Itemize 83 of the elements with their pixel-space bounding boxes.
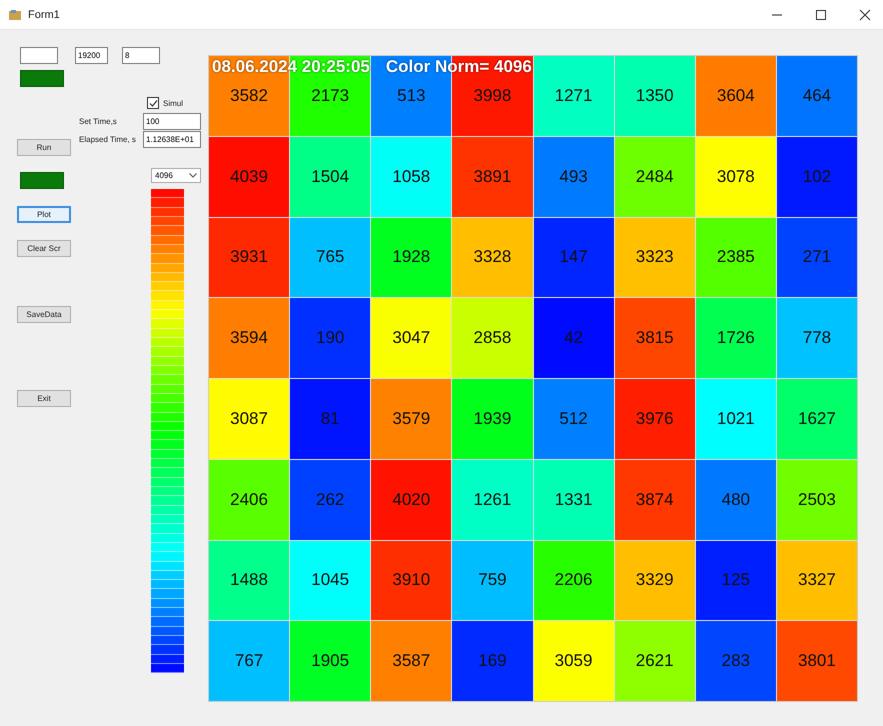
cell-value: 493 <box>559 166 588 187</box>
cell-value: 1058 <box>392 166 430 187</box>
cell-value: 3579 <box>392 408 430 429</box>
cell-value: 2406 <box>230 490 268 510</box>
cell-value: 3594 <box>230 328 268 348</box>
cell-value: 2385 <box>716 247 755 268</box>
cell-value: 3587 <box>392 651 430 672</box>
cell-value: 480 <box>722 490 750 510</box>
cell-value: 464 <box>802 86 832 106</box>
cell-value: 1488 <box>230 570 268 590</box>
cell-value: 1350 <box>636 86 674 106</box>
cell-value: 3604 <box>716 86 755 106</box>
button[interactable]: Plot <box>17 206 71 223</box>
cell-value: 42 <box>564 328 584 348</box>
cell-value: 1939 <box>474 408 512 429</box>
cell-value: 3998 <box>474 86 512 106</box>
button[interactable]: Clear Scr <box>17 240 71 257</box>
cell-value: 2503 <box>798 490 836 510</box>
cell-value: 3976 <box>636 408 674 429</box>
input-field[interactable]: 8 <box>122 47 160 64</box>
input-field[interactable]: 100 <box>143 113 201 130</box>
app-icon <box>8 8 22 20</box>
cell-value: 2173 <box>311 86 350 106</box>
cell-value: 283 <box>722 651 750 672</box>
cell-value: 1905 <box>311 651 350 672</box>
cell-value: 778 <box>802 328 832 348</box>
cell-value: 3931 <box>230 247 268 268</box>
cell-value: 102 <box>802 166 832 187</box>
checkbox[interactable] <box>147 97 159 109</box>
window-title: Form1 <box>28 8 60 20</box>
cell-value: 3874 <box>636 490 674 510</box>
cell-value: 767 <box>234 651 264 672</box>
cell-value: 2621 <box>636 651 674 672</box>
cell-value: 1271 <box>554 86 592 106</box>
cell-value: 3891 <box>474 166 512 187</box>
cell-value: 3329 <box>636 570 674 590</box>
cell-value: 512 <box>559 408 588 429</box>
field-label: Set Time,s <box>79 117 117 126</box>
input-field[interactable]: 1.12638E+01 <box>143 131 201 148</box>
maximize-icon[interactable] <box>815 8 827 20</box>
cell-value: 1726 <box>716 328 755 348</box>
cell-value: 1627 <box>798 408 836 429</box>
cell-value: 271 <box>802 247 832 268</box>
norm-dropdown[interactable]: 4096 <box>151 168 201 183</box>
cell-value: 3910 <box>392 570 430 590</box>
button[interactable]: SaveData <box>17 306 71 323</box>
cell-value: 3801 <box>798 651 836 672</box>
cell-value: 759 <box>478 570 507 590</box>
cell-value: 3327 <box>798 570 836 590</box>
cell-value: 1928 <box>392 247 430 268</box>
cell-value: 4039 <box>230 166 268 187</box>
cell-value: 147 <box>559 247 588 268</box>
button[interactable]: Run <box>17 139 71 156</box>
cell-value: 190 <box>316 328 344 348</box>
cell-value: 262 <box>316 490 344 510</box>
cell-value: 1045 <box>311 570 350 590</box>
cell-value: 3087 <box>230 408 268 429</box>
cell-value: 513 <box>397 86 426 106</box>
field-label: Elapsed Time, s <box>79 135 136 144</box>
cell-value: 3815 <box>636 328 674 348</box>
cell-value: 3323 <box>636 247 674 268</box>
cell-value: 3328 <box>474 247 512 268</box>
cell-value: 2858 <box>474 328 512 348</box>
close-icon[interactable] <box>859 8 871 20</box>
checkbox-label: Simul <box>163 98 184 108</box>
cell-value: 3047 <box>392 328 430 348</box>
input-field[interactable]: 19200 <box>75 47 108 64</box>
cell-value: 2206 <box>554 570 592 590</box>
button[interactable]: Exit <box>17 390 71 407</box>
cell-value: 81 <box>320 408 340 429</box>
cell-value: 3059 <box>554 651 592 672</box>
cell-value: 2484 <box>636 166 674 187</box>
cell-value: 1261 <box>474 490 512 510</box>
cell-value: 1331 <box>554 490 592 510</box>
cell-value: 169 <box>478 651 507 672</box>
input-field[interactable] <box>20 47 58 64</box>
cell-value: 4020 <box>392 490 430 510</box>
cell-value: 1504 <box>311 166 350 187</box>
cell-value: 3078 <box>716 166 755 187</box>
cell-value: 125 <box>722 570 750 590</box>
cell-value: 765 <box>316 247 344 268</box>
cell-value: 3582 <box>230 86 268 106</box>
cell-value: 1021 <box>716 408 755 429</box>
